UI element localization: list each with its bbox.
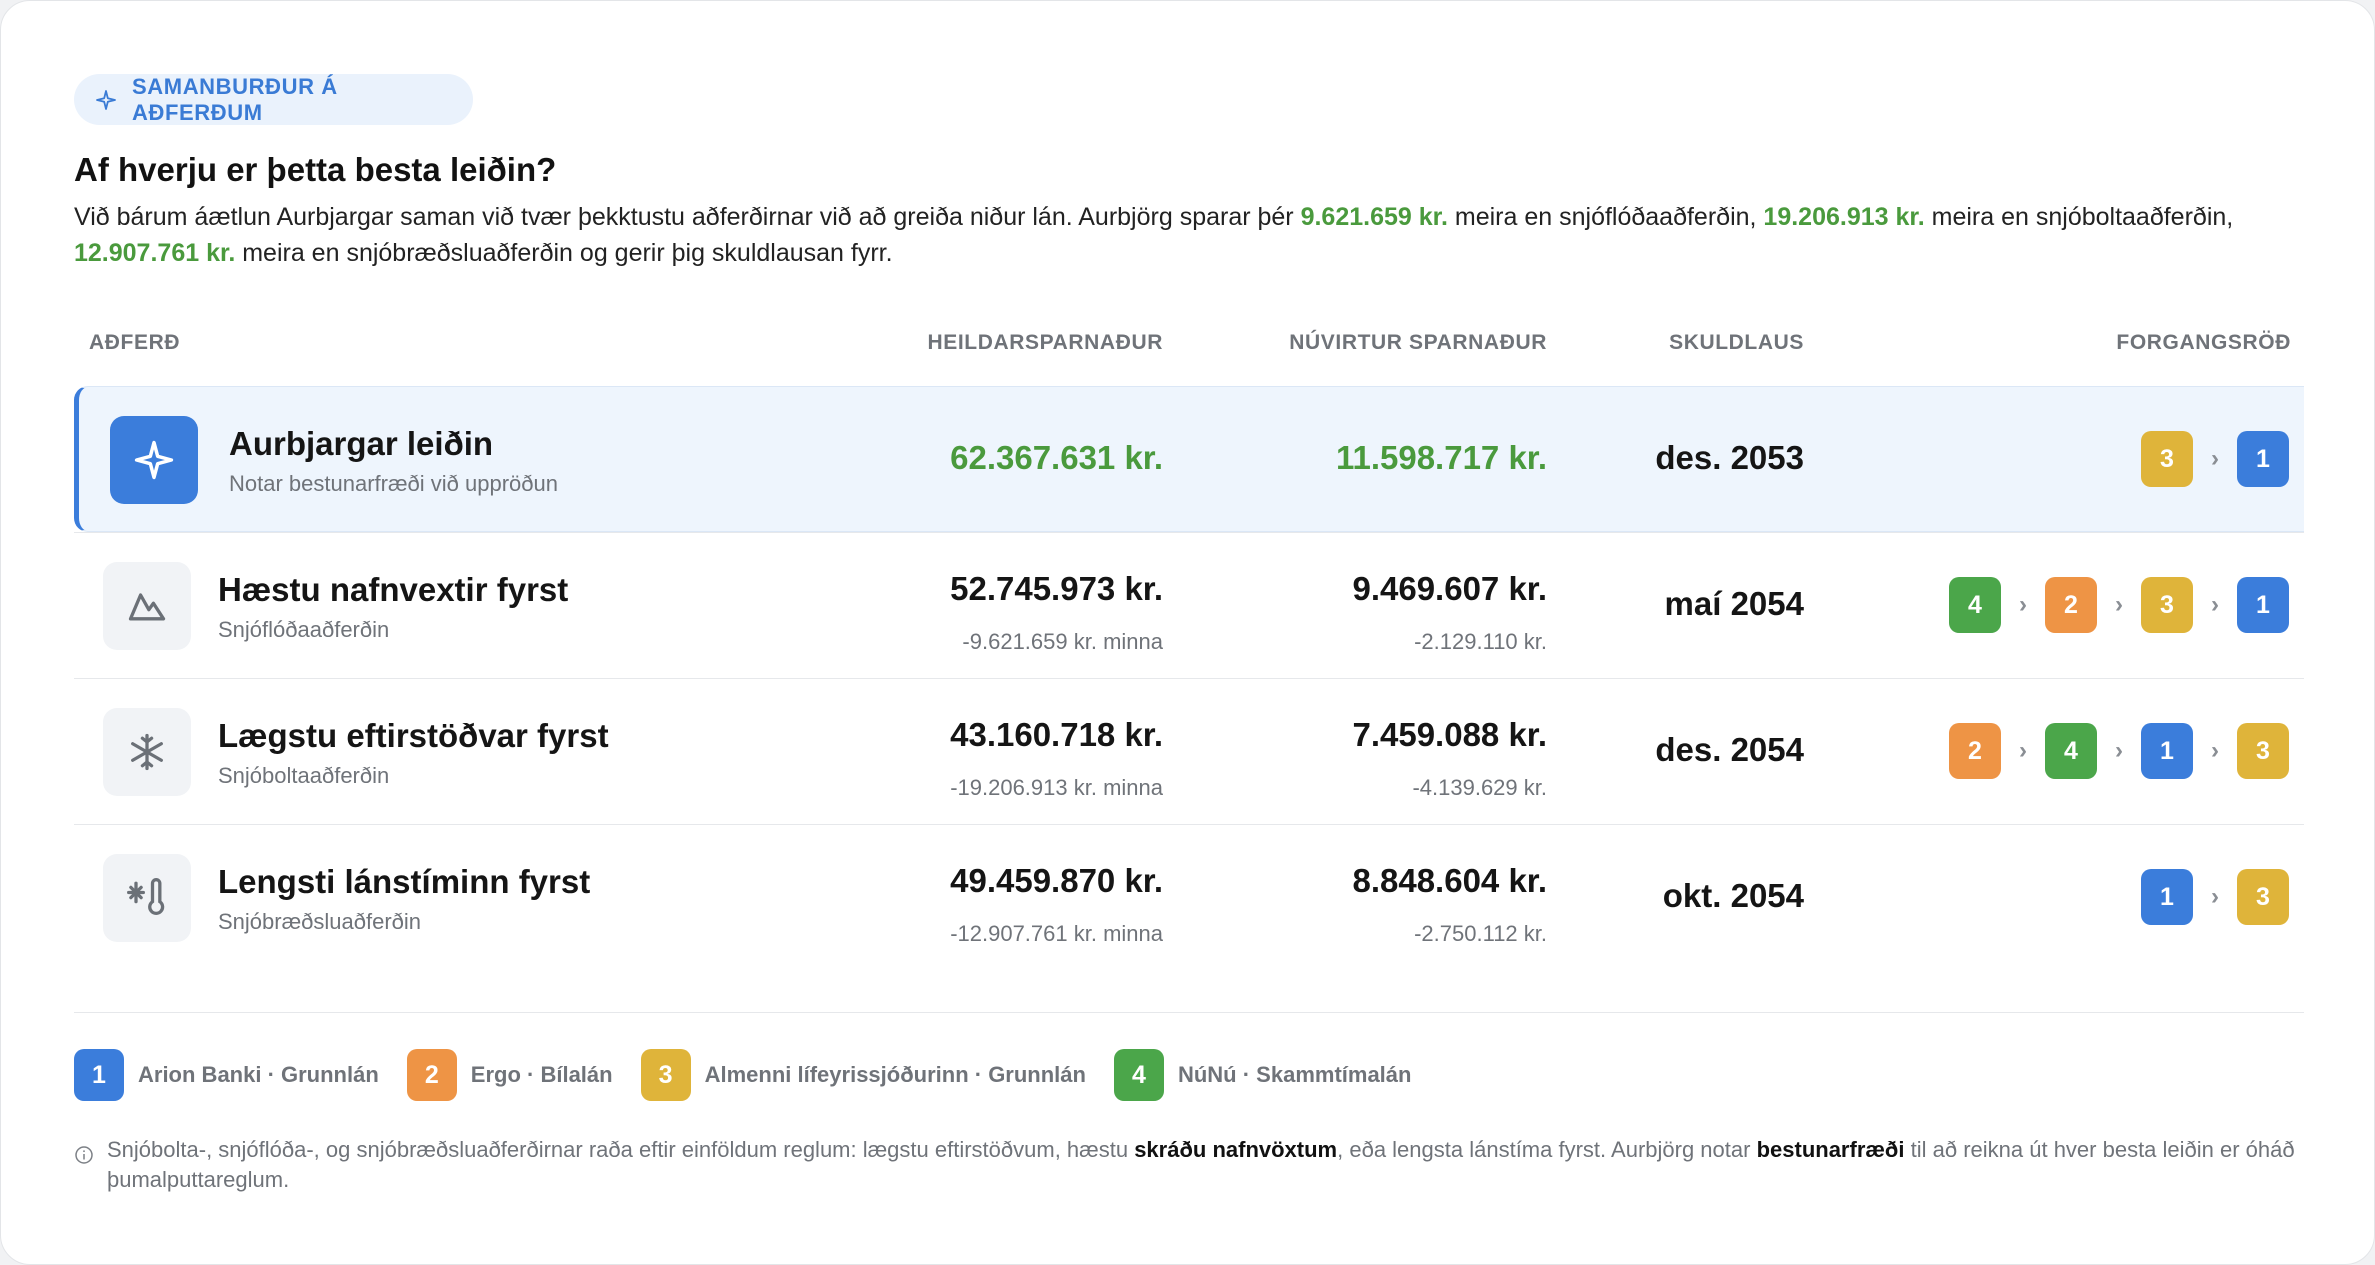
footnote: Snjóbolta-, snjóflóða-, og snjóbræðsluað… [74, 1135, 2304, 1195]
column-total-savings: HEILDARSPARNAÐUR [927, 331, 1163, 354]
pv-savings-diff: -4.139.629 kr. [1412, 775, 1547, 800]
pv-savings: 8.848.604 kr. [1352, 862, 1547, 899]
method-subtitle: Snjóflóðaaðferðin [218, 617, 390, 642]
debt-free-date: des. 2054 [1655, 731, 1804, 768]
method-subtitle: Snjóbræðsluaðferðin [218, 909, 422, 934]
total-savings-diff: -19.206.913 kr. minna [950, 775, 1163, 800]
table-row-snowmelt[interactable]: Lengsti lánstíminn fyrst Snjóbræðsluaðfe… [74, 824, 2304, 970]
chevron-right-icon: › [2115, 591, 2123, 618]
sparkle-icon [110, 416, 198, 504]
loan-chip: 1 [2141, 869, 2193, 925]
column-method: AÐFERÐ [89, 331, 181, 354]
total-savings: 62.367.631 kr. [950, 439, 1163, 476]
loan-chip: 1 [2237, 577, 2289, 633]
method-name: Aurbjargar leiðin [229, 425, 494, 462]
snowflake-icon [103, 708, 191, 796]
chevron-right-icon: › [2115, 737, 2123, 764]
saving-vs-snowmelt: 12.907.761 kr. [74, 239, 236, 267]
chevron-right-icon: › [2211, 737, 2219, 764]
divider [74, 1012, 2304, 1013]
method-name: Lægstu eftirstöðvar fyrst [218, 717, 609, 754]
legend-item: 3 Almenni lífeyrissjóðurinn · Grunnlán [640, 1049, 1086, 1101]
priority-order: 4 › 2 › 3 › 1 [1949, 577, 2289, 633]
legend-chip: 2 [406, 1049, 457, 1101]
footnote-text: Snjóbolta-, snjóflóða-, og snjóbræðsluað… [107, 1137, 2295, 1192]
loan-chip: 1 [2237, 431, 2289, 487]
legend-chip: 1 [74, 1049, 124, 1101]
legend-chip: 4 [1113, 1049, 1164, 1101]
chevron-right-icon: › [2019, 737, 2027, 764]
total-savings-diff: -9.621.659 kr. minna [962, 629, 1163, 654]
legend-label: Almenni lífeyrissjóðurinn · Grunnlán [704, 1062, 1086, 1087]
chevron-right-icon: › [2211, 445, 2219, 472]
total-savings: 49.459.870 kr. [950, 862, 1163, 899]
sparkle-icon [94, 88, 118, 112]
column-priority-order: FORGANGSRÖÐ [2116, 331, 2291, 354]
pv-savings: 9.469.607 kr. [1352, 570, 1547, 607]
debt-free-date: okt. 2054 [1662, 877, 1804, 914]
loan-chip: 1 [2141, 723, 2193, 779]
pv-savings: 7.459.088 kr. [1352, 716, 1547, 753]
comparison-card: SAMANBURÐUR Á AÐFERÐUM Af hverju er þett… [0, 0, 2375, 1265]
chevron-right-icon: › [2211, 591, 2219, 618]
total-savings: 52.745.973 kr. [950, 570, 1163, 607]
debt-free-date: des. 2053 [1655, 439, 1804, 476]
legend-label: Ergo · Bílalán [470, 1062, 613, 1087]
priority-order: 1 › 3 [2141, 869, 2289, 925]
legend-label: Arion Banki · Grunnlán [138, 1062, 379, 1087]
table-row-avalanche[interactable]: Hæstu nafnvextir fyrst Snjóflóðaaðferðin… [74, 532, 2304, 678]
loan-legend: 1 Arion Banki · Grunnlán 2 Ergo · Bílalá… [74, 1049, 1439, 1101]
loan-chip: 4 [2045, 723, 2097, 779]
badge-label: SAMANBURÐUR Á AÐFERÐUM [132, 73, 338, 125]
chevron-right-icon: › [2211, 883, 2219, 910]
method-name: Lengsti lánstíminn fyrst [218, 863, 591, 900]
table-row-snowball[interactable]: Lægstu eftirstöðvar fyrst Snjóboltaaðfer… [74, 678, 2304, 824]
thermometer-snow-icon [103, 854, 191, 942]
loan-chip: 3 [2141, 431, 2193, 487]
loan-chip: 4 [1949, 577, 2001, 633]
column-debt-free: SKULDLAUS [1669, 331, 1804, 354]
legend-item: 2 Ergo · Bílalán [406, 1049, 613, 1101]
method-subtitle: Notar bestunarfræði við uppröðun [229, 471, 558, 496]
page-title: Af hverju er þetta besta leiðin? [74, 151, 557, 188]
priority-order: 2 › 4 › 1 › 3 [1949, 723, 2289, 779]
legend-chip: 3 [640, 1049, 691, 1101]
mountain-icon [103, 562, 191, 650]
table-row-aurbjorg[interactable]: Aurbjargar leiðin Notar bestunarfræði vi… [74, 386, 2304, 532]
total-savings: 43.160.718 kr. [950, 716, 1163, 753]
total-savings-diff: -12.907.761 kr. minna [950, 921, 1163, 946]
loan-chip: 2 [2045, 577, 2097, 633]
legend-label: NúNú · Skammtímalán [1177, 1062, 1412, 1087]
priority-order: 3 › 1 [2141, 431, 2289, 487]
debt-free-date: maí 2054 [1664, 585, 1804, 622]
section-badge: SAMANBURÐUR Á AÐFERÐUM [74, 74, 473, 125]
legend-item: 1 Arion Banki · Grunnlán [74, 1049, 379, 1101]
method-name: Hæstu nafnvextir fyrst [218, 571, 569, 608]
saving-vs-snowball: 19.206.913 kr. [1763, 203, 1925, 231]
loan-chip: 3 [2237, 869, 2289, 925]
info-icon [74, 1143, 94, 1164]
pv-savings: 11.598.717 kr. [1335, 439, 1547, 476]
loan-chip: 2 [1949, 723, 2001, 779]
column-pv-savings: NÚVIRTUR SPARNAÐUR [1289, 331, 1547, 354]
chevron-right-icon: › [2019, 591, 2027, 618]
loan-chip: 3 [2141, 577, 2193, 633]
pv-savings-diff: -2.750.112 kr. [1414, 921, 1547, 946]
intro-text: Við bárum áætlun Aurbjargar saman við tv… [74, 203, 2234, 267]
method-subtitle: Snjóboltaaðferðin [218, 763, 390, 788]
saving-vs-avalanche: 9.621.659 kr. [1300, 203, 1448, 231]
table-header: AÐFERÐ HEILDARSPARNAÐUR NÚVIRTUR SPARNAÐ… [74, 327, 2304, 363]
pv-savings-diff: -2.129.110 kr. [1414, 629, 1547, 654]
legend-item: 4 NúNú · Skammtímalán [1113, 1049, 1412, 1101]
loan-chip: 3 [2237, 723, 2289, 779]
